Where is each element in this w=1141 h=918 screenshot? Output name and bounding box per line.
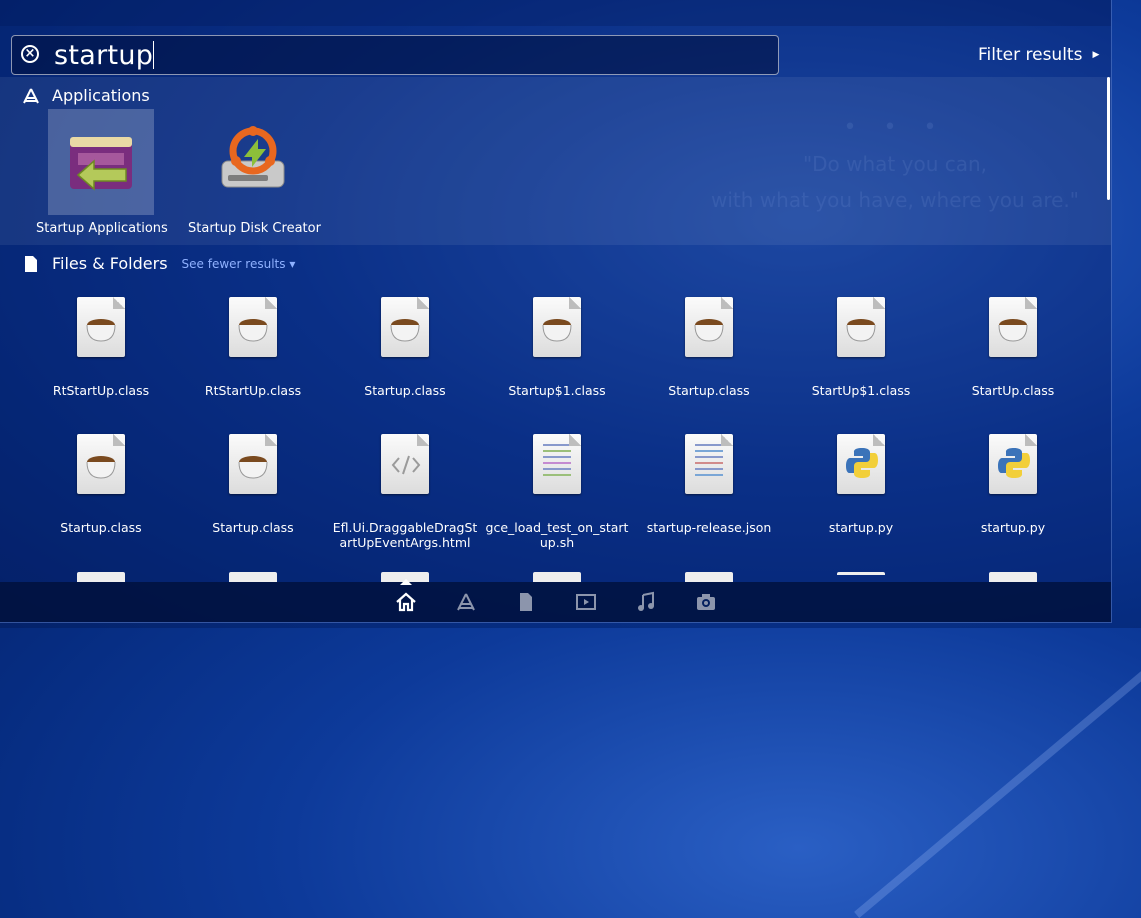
file-item[interactable]: startup.py — [938, 434, 1088, 535]
file-label: startup-release.json — [646, 520, 772, 535]
file-item[interactable]: StartUp$1.class — [786, 297, 936, 398]
file-label: Startup.class — [60, 520, 142, 535]
java-class-icon — [375, 297, 435, 363]
file-label: Startup.class — [212, 520, 294, 535]
file-label: RtStartUp.class — [52, 383, 150, 398]
top-strip — [0, 0, 1111, 26]
json-file-icon — [679, 434, 739, 500]
applications-category-icon — [23, 88, 39, 103]
partial-file-icon[interactable] — [77, 572, 125, 582]
startup-disk-creator-icon — [200, 109, 306, 215]
startup-applications-icon — [48, 109, 154, 215]
file-label: StartUp$1.class — [811, 383, 911, 398]
python-file-icon — [831, 434, 891, 500]
clear-search-icon[interactable]: × — [21, 45, 39, 63]
applications-lens-icon[interactable] — [455, 591, 477, 613]
html-file-icon — [375, 434, 435, 500]
chevron-down-icon: ▾ — [289, 256, 296, 271]
see-fewer-label: See fewer results — [181, 256, 286, 271]
file-item[interactable]: Startup.class — [178, 434, 328, 535]
file-item[interactable]: StartUp.class — [938, 297, 1088, 398]
java-class-icon — [223, 434, 283, 500]
file-label: Startup$1.class — [508, 383, 606, 398]
java-class-icon — [71, 434, 131, 500]
search-query: startup — [54, 40, 154, 71]
files-header: Files & Folders See fewer results ▾ — [22, 254, 295, 273]
java-class-icon — [527, 297, 587, 363]
filter-results-label: Filter results — [978, 45, 1083, 65]
see-fewer-results-link[interactable]: See fewer results ▾ — [182, 257, 296, 271]
partial-file-icon[interactable] — [229, 572, 277, 582]
partial-file-icon[interactable] — [685, 572, 733, 582]
filter-results-button[interactable]: Filter results ▶ — [978, 45, 1099, 65]
file-label: gce_load_test_on_startup.sh — [485, 520, 629, 550]
file-label: Startup.class — [668, 383, 750, 398]
python-file-icon — [983, 434, 1043, 500]
home-lens-icon[interactable] — [395, 579, 417, 613]
partial-file-icon[interactable] — [533, 572, 581, 582]
file-label: Startup.class — [364, 383, 446, 398]
java-class-icon — [679, 297, 739, 363]
files-lens-icon[interactable] — [515, 591, 537, 613]
app-startup-disk-creator[interactable]: Startup Disk Creator — [188, 109, 321, 236]
java-class-icon — [983, 297, 1043, 363]
file-label: RtStartUp.class — [204, 383, 302, 398]
file-item[interactable]: Startup.class — [26, 434, 176, 535]
file-item[interactable]: startup-release.json — [634, 434, 784, 535]
file-item[interactable]: Startup.class — [330, 297, 480, 398]
file-item[interactable]: Efl.Ui.DraggableDragStartUpEventArgs.htm… — [330, 434, 480, 550]
applications-section — [0, 77, 1111, 245]
file-label: Efl.Ui.DraggableDragStartUpEventArgs.htm… — [332, 520, 478, 550]
file-item[interactable]: RtStartUp.class — [178, 297, 328, 398]
search-input[interactable]: startup — [54, 40, 754, 71]
files-title: Files & Folders — [52, 254, 168, 273]
file-item[interactable]: RtStartUp.class — [26, 297, 176, 398]
search-box[interactable]: × startup — [11, 35, 779, 75]
file-item[interactable]: Startup$1.class — [482, 297, 632, 398]
photo-lens-icon[interactable] — [695, 591, 717, 613]
shell-script-icon — [527, 434, 587, 500]
partial-file-icon[interactable] — [837, 572, 885, 575]
lens-bar — [0, 579, 1111, 622]
java-class-icon — [71, 297, 131, 363]
dash-panel: × startup Filter results ▶ Applications … — [0, 0, 1112, 623]
video-lens-icon[interactable] — [575, 591, 597, 613]
scrollbar[interactable] — [1107, 77, 1110, 200]
filter-expand-icon: ▶ — [1092, 50, 1100, 60]
file-label: StartUp.class — [971, 383, 1055, 398]
wallpaper-streak — [854, 641, 1141, 918]
java-class-icon — [223, 297, 283, 363]
file-item[interactable]: gce_load_test_on_startup.sh — [482, 434, 632, 550]
app-label: Startup Disk Creator — [188, 221, 321, 236]
text-caret — [153, 41, 155, 69]
file-item[interactable]: Startup.class — [634, 297, 784, 398]
app-label: Startup Applications — [36, 221, 168, 236]
applications-header: Applications — [22, 86, 150, 105]
file-category-icon — [25, 255, 37, 272]
partial-file-icon[interactable] — [989, 572, 1037, 582]
java-class-icon — [831, 297, 891, 363]
file-label: startup.py — [828, 520, 894, 535]
applications-title: Applications — [52, 86, 150, 105]
music-lens-icon[interactable] — [635, 591, 657, 613]
file-label: startup.py — [980, 520, 1046, 535]
app-startup-applications[interactable]: Startup Applications — [36, 109, 168, 236]
file-item[interactable]: startup.py — [786, 434, 936, 535]
